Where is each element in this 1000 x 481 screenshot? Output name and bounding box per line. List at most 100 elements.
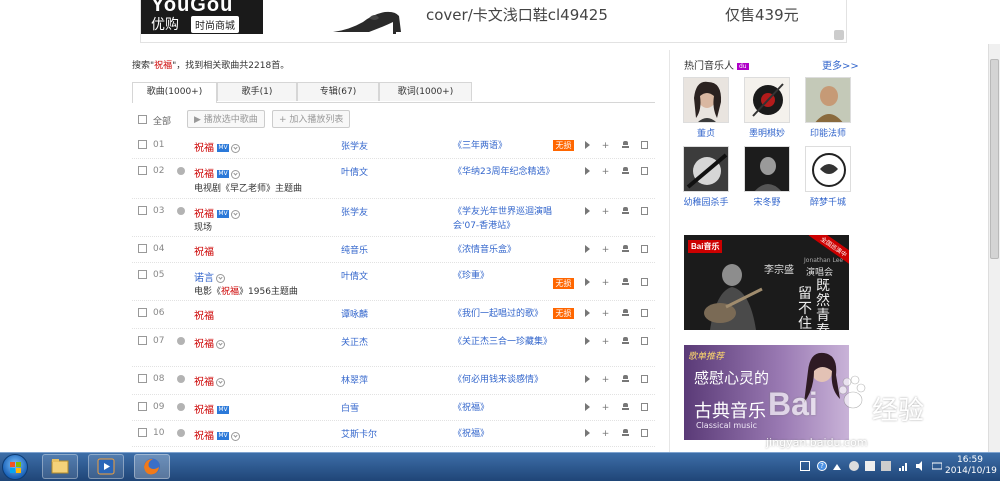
app-tray-icon[interactable]	[849, 461, 859, 471]
artist-avatar[interactable]	[744, 77, 790, 123]
download-icon[interactable]	[621, 245, 630, 255]
mv-icon[interactable]: MV	[217, 210, 229, 218]
play-status-icon[interactable]	[177, 167, 185, 175]
row-checkbox[interactable]	[138, 336, 147, 345]
artist-avatar[interactable]	[805, 146, 851, 192]
tab-albums[interactable]: 专辑(67)	[297, 82, 379, 101]
ad-banner[interactable]: YouGou 优购 时尚商城 cover/卡文浅口鞋cl49425 仅售439元	[140, 0, 847, 43]
album-link[interactable]: 《祝福》	[453, 427, 563, 441]
album-link[interactable]: 《三年两语》	[453, 139, 563, 153]
song-title[interactable]: 祝福 MV	[194, 139, 240, 154]
artist-name[interactable]: 墨明棋妙	[744, 126, 790, 139]
collect-icon[interactable]	[640, 278, 649, 288]
play-icon[interactable]	[583, 429, 592, 439]
song-title[interactable]: 祝福	[194, 335, 225, 350]
song-title-text[interactable]: 祝福	[194, 339, 214, 350]
song-title[interactable]: 祝福	[194, 307, 214, 322]
expand-icon[interactable]	[216, 377, 225, 387]
play-icon[interactable]	[583, 141, 592, 151]
artist-avatar[interactable]	[805, 77, 851, 123]
album-link[interactable]: 《关正杰三合一珍藏集》	[453, 335, 563, 349]
artist-link[interactable]: 张学友	[341, 205, 368, 218]
artist-link[interactable]: 谭咏麟	[341, 307, 368, 320]
media-player-taskbar-button[interactable]	[88, 454, 124, 479]
mv-icon[interactable]: MV	[217, 406, 229, 414]
play-icon[interactable]	[583, 167, 592, 177]
download-icon[interactable]	[621, 403, 630, 413]
song-title-text[interactable]: 祝福	[194, 377, 214, 388]
system-clock[interactable]: 16:59 2014/10/19	[945, 455, 997, 477]
play-selected-button[interactable]: ▶ 播放选中歌曲	[187, 110, 265, 128]
artist-card[interactable]: 宋冬野	[744, 146, 790, 208]
download-icon[interactable]	[621, 167, 630, 177]
add-icon[interactable]: +	[601, 309, 610, 319]
add-to-playlist-button[interactable]: + 加入播放列表	[272, 110, 351, 128]
collect-icon[interactable]	[640, 337, 649, 347]
tab-songs[interactable]: 歌曲(1000+)	[132, 82, 217, 103]
add-icon[interactable]: +	[601, 245, 610, 255]
explorer-taskbar-button[interactable]	[42, 454, 78, 479]
download-icon[interactable]	[621, 278, 630, 288]
tab-lyrics[interactable]: 歌词(1000+)	[379, 82, 472, 101]
expand-icon[interactable]	[231, 143, 240, 153]
song-title-text[interactable]: 祝福	[194, 431, 214, 442]
row-checkbox[interactable]	[138, 402, 147, 411]
play-icon[interactable]	[583, 309, 592, 319]
play-status-icon[interactable]	[177, 429, 185, 437]
expand-icon[interactable]	[216, 339, 225, 349]
artist-name[interactable]: 醉梦千城	[805, 195, 851, 208]
play-status-icon[interactable]	[177, 403, 185, 411]
song-title-text[interactable]: 诺言	[194, 273, 214, 284]
play-icon[interactable]	[583, 375, 592, 385]
collect-icon[interactable]	[640, 309, 649, 319]
song-title[interactable]: 祝福 MV	[194, 401, 229, 416]
scroll-thumb[interactable]	[990, 59, 999, 259]
table-row[interactable]: 02 祝福 MV 电视剧《早乙老师》主题曲 叶倩文 《华纳23周年纪念精选》 +	[132, 160, 655, 199]
tab-singers[interactable]: 歌手(1)	[217, 82, 297, 101]
play-icon[interactable]	[583, 207, 592, 217]
network-signal-icon[interactable]	[899, 461, 909, 471]
artist-card[interactable]: 印能法师	[805, 77, 851, 139]
song-title-text[interactable]: 祝福	[194, 143, 214, 154]
download-icon[interactable]	[621, 337, 630, 347]
table-row[interactable]: 01 祝福 MV 张学友 《三年两语》 无损 +	[132, 134, 655, 159]
artist-name[interactable]: 宋冬野	[744, 195, 790, 208]
song-title[interactable]: 祝福	[194, 243, 214, 258]
artist-link[interactable]: 林翠萍	[341, 373, 368, 386]
song-title-text[interactable]: 祝福	[194, 209, 214, 220]
play-status-icon[interactable]	[177, 337, 185, 345]
mv-icon[interactable]: MV	[217, 432, 229, 440]
add-icon[interactable]: +	[601, 375, 610, 385]
album-link[interactable]: 《祝福》	[453, 401, 563, 415]
more-link[interactable]: 更多>>	[822, 57, 859, 72]
row-checkbox[interactable]	[138, 374, 147, 383]
song-title-text[interactable]: 祝福	[194, 311, 214, 322]
add-icon[interactable]: +	[601, 403, 610, 413]
collect-icon[interactable]	[640, 245, 649, 255]
artist-link[interactable]: 张学友	[341, 139, 368, 152]
album-link[interactable]: 《华纳23周年纪念精选》	[453, 165, 563, 179]
artist-link[interactable]: 纯音乐	[341, 243, 368, 256]
album-link[interactable]: 《学友光年世界巡迴演唱会'07-香港站》	[453, 205, 563, 233]
table-row[interactable]: 04 祝福 纯音乐 《浓情音乐盒》 +	[132, 238, 655, 263]
collect-icon[interactable]	[640, 207, 649, 217]
vertical-scrollbar[interactable]	[988, 44, 1000, 452]
show-hidden-icons[interactable]	[833, 464, 841, 470]
song-title-text[interactable]: 祝福	[194, 169, 214, 180]
download-icon[interactable]	[621, 375, 630, 385]
artist-avatar[interactable]	[683, 146, 729, 192]
keyboard-icon[interactable]	[800, 461, 810, 471]
song-title[interactable]: 祝福	[194, 373, 225, 388]
album-link[interactable]: 《珍重》	[453, 269, 563, 283]
play-icon[interactable]	[583, 403, 592, 413]
artist-avatar[interactable]	[683, 77, 729, 123]
volume-icon[interactable]	[916, 461, 926, 471]
song-title[interactable]: 诺言	[194, 269, 225, 284]
row-checkbox[interactable]	[138, 428, 147, 437]
collect-icon[interactable]	[640, 429, 649, 439]
expand-icon[interactable]	[216, 273, 225, 283]
play-icon[interactable]	[583, 278, 592, 288]
artist-avatar[interactable]	[744, 146, 790, 192]
play-icon[interactable]	[583, 245, 592, 255]
ad-close-icon[interactable]	[834, 30, 844, 40]
